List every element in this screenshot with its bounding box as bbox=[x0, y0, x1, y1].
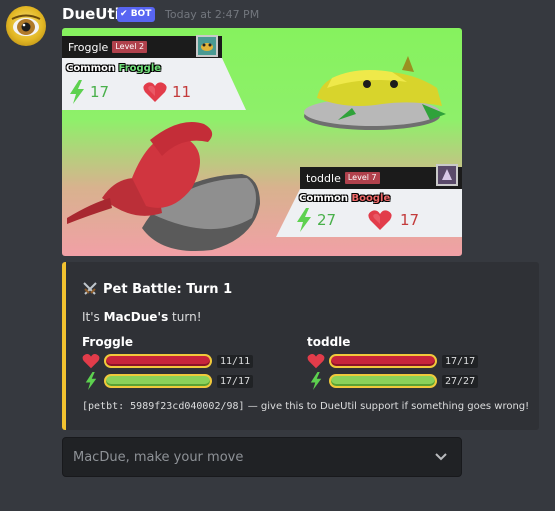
player-thumbnail bbox=[196, 35, 218, 57]
opponent-rarity: Common bbox=[299, 193, 349, 204]
footer-text: — give this to DueUtil support if someth… bbox=[244, 401, 530, 412]
hp-value: 17/17 bbox=[442, 354, 479, 368]
embed-title-text: Pet Battle: Turn 1 bbox=[103, 281, 233, 297]
fighter-hp-row: 17/17 bbox=[307, 353, 479, 369]
heart-icon bbox=[82, 354, 100, 369]
opponent-level: Level 7 bbox=[344, 172, 380, 184]
heart-icon bbox=[368, 210, 392, 230]
player-pet-name: Froggle bbox=[118, 63, 162, 74]
opponent-attack: 27 bbox=[317, 211, 337, 229]
heart-icon bbox=[307, 354, 325, 369]
chevron-down-icon[interactable] bbox=[435, 453, 447, 461]
energy-value: 27/27 bbox=[442, 374, 479, 388]
lightning-icon bbox=[70, 80, 84, 104]
author-name[interactable]: DueUtil bbox=[62, 5, 125, 23]
player-pet-type: Common Froggle bbox=[66, 63, 161, 74]
desc-suffix: turn! bbox=[168, 310, 202, 324]
battle-embed: Pet Battle: Turn 1 It's MacDue's turn! F… bbox=[62, 262, 539, 430]
lightning-icon bbox=[297, 208, 311, 232]
embed-footer: [petbt: 5989f23cd040002/98] — give this … bbox=[82, 401, 529, 412]
opponent-pet-type: Common Boogle bbox=[299, 193, 390, 204]
message-timestamp: Today at 2:47 PM bbox=[165, 8, 260, 21]
opponent-thumbnail bbox=[436, 164, 458, 186]
player-health: 11 bbox=[172, 83, 192, 101]
fighter-energy-row: 17/17 bbox=[82, 372, 254, 390]
energy-value: 17/17 bbox=[217, 374, 254, 388]
player-attack: 17 bbox=[90, 83, 110, 101]
fighter-hp-row: 11/11 bbox=[82, 353, 254, 369]
heart-icon bbox=[143, 82, 167, 102]
player-level: Level 2 bbox=[112, 41, 148, 53]
battle-id: [petbt: 5989f23cd040002/98] bbox=[82, 401, 245, 412]
desc-prefix: It's bbox=[82, 310, 104, 324]
move-select[interactable]: MacDue, make your move bbox=[62, 437, 462, 477]
fighter-energy-row: 27/27 bbox=[307, 372, 479, 390]
battle-image[interactable]: Froggle Level 2 Common Froggle 17 11 tod… bbox=[62, 28, 462, 256]
hp-bar bbox=[329, 354, 437, 368]
fighter-name: toddle bbox=[307, 335, 351, 349]
opponent-health: 17 bbox=[400, 211, 420, 229]
move-select-placeholder: MacDue, make your move bbox=[73, 450, 244, 465]
energy-bar bbox=[104, 374, 212, 388]
embed-title: Pet Battle: Turn 1 bbox=[82, 281, 232, 297]
embed-description: It's MacDue's turn! bbox=[82, 310, 202, 324]
opponent-pet-name: Boogle bbox=[351, 193, 391, 204]
crossed-swords-icon bbox=[83, 282, 97, 295]
bot-badge: ✔ BOT bbox=[117, 7, 156, 22]
avatar[interactable] bbox=[6, 6, 46, 46]
fighter-name: Froggle bbox=[82, 335, 134, 349]
desc-username: MacDue's bbox=[103, 310, 169, 324]
player-rarity: Common bbox=[66, 63, 116, 74]
hp-value: 11/11 bbox=[217, 354, 254, 368]
player-name: Froggle bbox=[68, 40, 109, 54]
lightning-icon bbox=[85, 372, 97, 390]
bot-badge-label: BOT bbox=[130, 9, 152, 19]
opponent-name: toddle bbox=[306, 171, 341, 185]
lightning-icon bbox=[310, 372, 322, 390]
hp-bar bbox=[104, 354, 212, 368]
energy-bar bbox=[329, 374, 437, 388]
checkmark-icon: ✔ bbox=[120, 9, 128, 19]
